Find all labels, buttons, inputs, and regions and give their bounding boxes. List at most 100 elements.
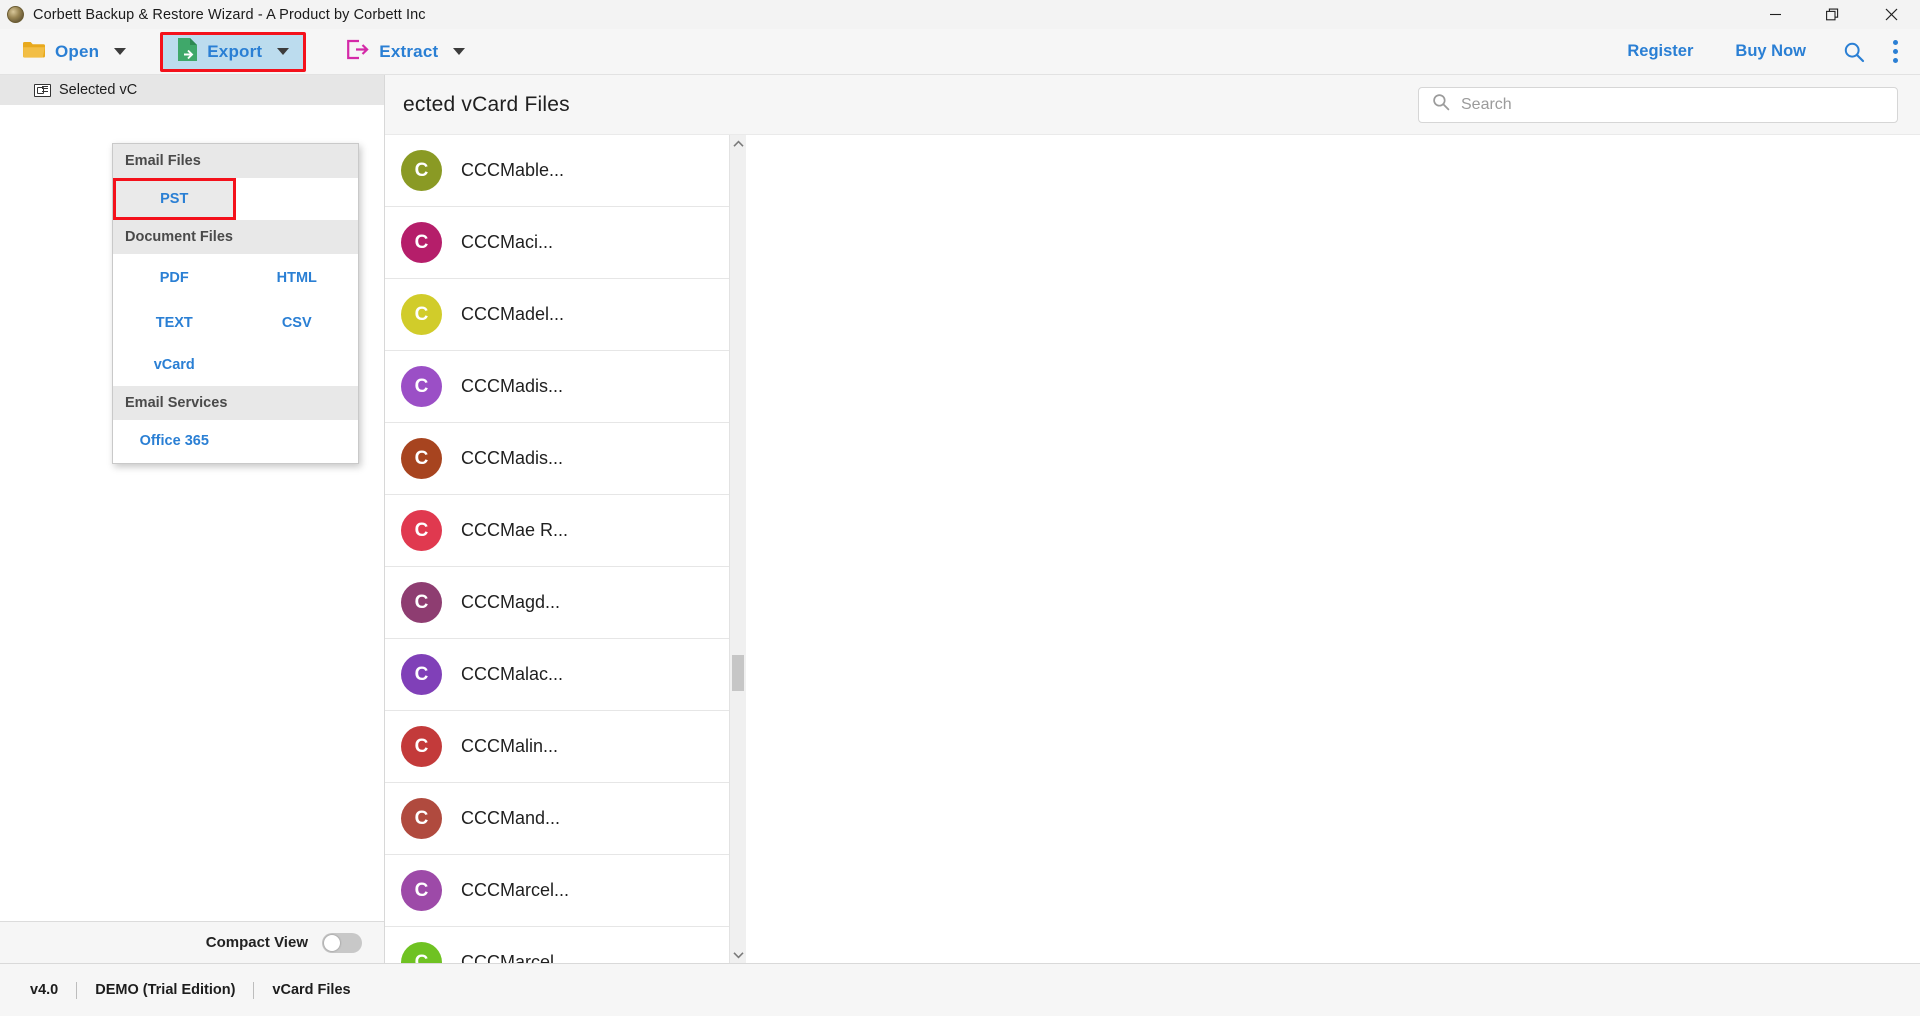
menu-item-vcard[interactable]: vCard	[113, 347, 236, 383]
folder-icon	[22, 40, 46, 64]
status-version: v4.0	[30, 982, 59, 998]
export-file-icon	[177, 37, 198, 67]
contact-name: CCCMarcel...	[461, 952, 570, 963]
status-bar: v4.0 DEMO (Trial Edition) vCard Files	[0, 963, 1920, 1016]
menu-row-office365: Office 365	[113, 420, 358, 462]
menu-row-vcard-empty-cell	[236, 347, 359, 383]
menu-item-pst-highlight: PST	[113, 178, 236, 220]
avatar: C	[401, 942, 442, 963]
contact-list-item[interactable]: C CCCMable...	[385, 135, 744, 207]
toolbar-right-group: Register Buy Now	[1606, 29, 1920, 74]
menu-row-pst-empty-cell	[236, 178, 359, 220]
extract-button-label: Extract	[379, 41, 439, 61]
contact-name: CCCMadel...	[461, 304, 565, 324]
menu-item-html[interactable]: HTML	[236, 260, 359, 296]
contact-name: CCCMalac...	[461, 664, 564, 684]
search-icon	[1432, 93, 1450, 116]
menu-section-email-files: Email Files	[113, 144, 358, 178]
menu-row-vcard: vCard	[113, 344, 358, 386]
avatar: C	[401, 870, 442, 911]
search-icon[interactable]	[1827, 41, 1881, 63]
menu-row-text-csv: TEXT CSV	[113, 302, 358, 344]
title-bar: Corbett Backup & Restore Wizard - A Prod…	[0, 0, 1920, 29]
avatar: C	[401, 654, 442, 695]
search-box[interactable]	[1418, 86, 1898, 123]
contact-list-item[interactable]: C CCCMadis...	[385, 423, 744, 495]
sidebar-item-selected-vcard[interactable]: Selected vC	[0, 75, 152, 105]
contact-list-item[interactable]: C CCCMalac...	[385, 639, 744, 711]
chevron-down-icon	[277, 48, 290, 55]
contact-list-item[interactable]: C CCCMarcel...	[385, 855, 744, 927]
contact-list-item[interactable]: C CCCMand...	[385, 783, 744, 855]
content-area: Selected vC Compact View ected vCard Fil…	[0, 75, 1920, 963]
open-button-label: Open	[55, 41, 100, 61]
contact-list-scrollbar[interactable]	[729, 135, 746, 963]
kebab-menu-icon[interactable]	[1881, 40, 1920, 63]
avatar: C	[401, 222, 442, 263]
extract-icon	[346, 39, 370, 65]
contact-name: CCCMand...	[461, 808, 561, 828]
app-logo-icon	[7, 6, 24, 23]
contact-list-item[interactable]: C CCCMae R...	[385, 495, 744, 567]
toolbar-left-group: Open Export Extract	[0, 29, 477, 74]
minimize-button[interactable]	[1746, 0, 1804, 29]
menu-item-pst[interactable]: PST	[116, 181, 233, 217]
main-panel: ected vCard Files C CCCMable... C CCCMaci..…	[385, 75, 1920, 963]
menu-item-office365[interactable]: Office 365	[113, 423, 236, 459]
status-edition: DEMO (Trial Edition)	[95, 982, 236, 998]
restore-button[interactable]	[1804, 0, 1862, 29]
contact-list-item[interactable]: C CCCMarcel...	[385, 927, 744, 963]
export-dropdown-menu[interactable]: Email Files PST Document Files PDF HTML …	[112, 143, 359, 464]
export-button[interactable]: Export	[160, 31, 307, 72]
menu-item-csv[interactable]: CSV	[236, 305, 359, 341]
compact-view-bar: Compact View	[0, 921, 384, 963]
contact-name: CCCMarcel...	[461, 880, 570, 900]
contact-list-item[interactable]: C CCCMalin...	[385, 711, 744, 783]
menu-item-pdf[interactable]: PDF	[113, 260, 236, 296]
avatar: C	[401, 582, 442, 623]
compact-view-label: Compact View	[205, 934, 308, 951]
chevron-down-icon[interactable]	[730, 946, 746, 963]
search-input[interactable]	[1461, 95, 1884, 114]
menu-item-text[interactable]: TEXT	[113, 305, 236, 341]
menu-section-document-files: Document Files	[113, 220, 358, 254]
export-button-label: Export	[207, 41, 263, 61]
avatar: C	[401, 726, 442, 767]
contact-name: CCCMaci...	[461, 232, 554, 252]
avatar: C	[401, 510, 442, 551]
menu-row-office365-empty-cell	[236, 423, 359, 459]
contact-list-item[interactable]: C CCCMaci...	[385, 207, 744, 279]
open-button[interactable]: Open	[10, 33, 138, 71]
chevron-down-icon	[114, 48, 127, 55]
contact-list[interactable]: C CCCMable... C CCCMaci... C CCCMadel... C CCCM…	[385, 135, 745, 963]
scrollbar-thumb[interactable]	[732, 655, 744, 691]
menu-row-pst: PST	[113, 178, 358, 220]
avatar: C	[401, 366, 442, 407]
contact-name: CCCMadis...	[461, 376, 564, 396]
sidebar-tab-strip: Selected vC	[0, 75, 384, 105]
avatar: C	[401, 438, 442, 479]
main-header: ected vCard Files	[385, 75, 1920, 135]
menu-row-pdf-html: PDF HTML	[113, 254, 358, 302]
extract-button[interactable]: Extract	[334, 33, 477, 71]
contact-list-item[interactable]: C CCCMadel...	[385, 279, 744, 351]
register-link[interactable]: Register	[1606, 42, 1714, 61]
close-button[interactable]	[1862, 0, 1920, 29]
window-controls	[1746, 0, 1920, 29]
chevron-down-icon	[453, 48, 466, 55]
menu-section-email-services: Email Services	[113, 386, 358, 420]
toggle-knob	[324, 934, 340, 951]
contact-name: CCCMae R...	[461, 520, 569, 540]
contact-name: CCCMable...	[461, 160, 565, 180]
contacts-area: C CCCMable... C CCCMaci... C CCCMadel... C CCCM…	[385, 135, 1920, 963]
contact-name: CCCMagd...	[461, 592, 561, 612]
chevron-up-icon[interactable]	[730, 135, 746, 152]
sidebar-item-label: Selected vC	[59, 82, 138, 98]
contact-name: CCCMalin...	[461, 736, 559, 756]
compact-view-toggle[interactable]	[322, 932, 362, 953]
main-toolbar: Open Export Extract Register Buy Now	[0, 29, 1920, 75]
buy-now-link[interactable]: Buy Now	[1714, 42, 1827, 61]
contact-list-item[interactable]: C CCCMadis...	[385, 351, 744, 423]
contact-list-item[interactable]: C CCCMagd...	[385, 567, 744, 639]
contact-card-icon	[34, 83, 51, 97]
